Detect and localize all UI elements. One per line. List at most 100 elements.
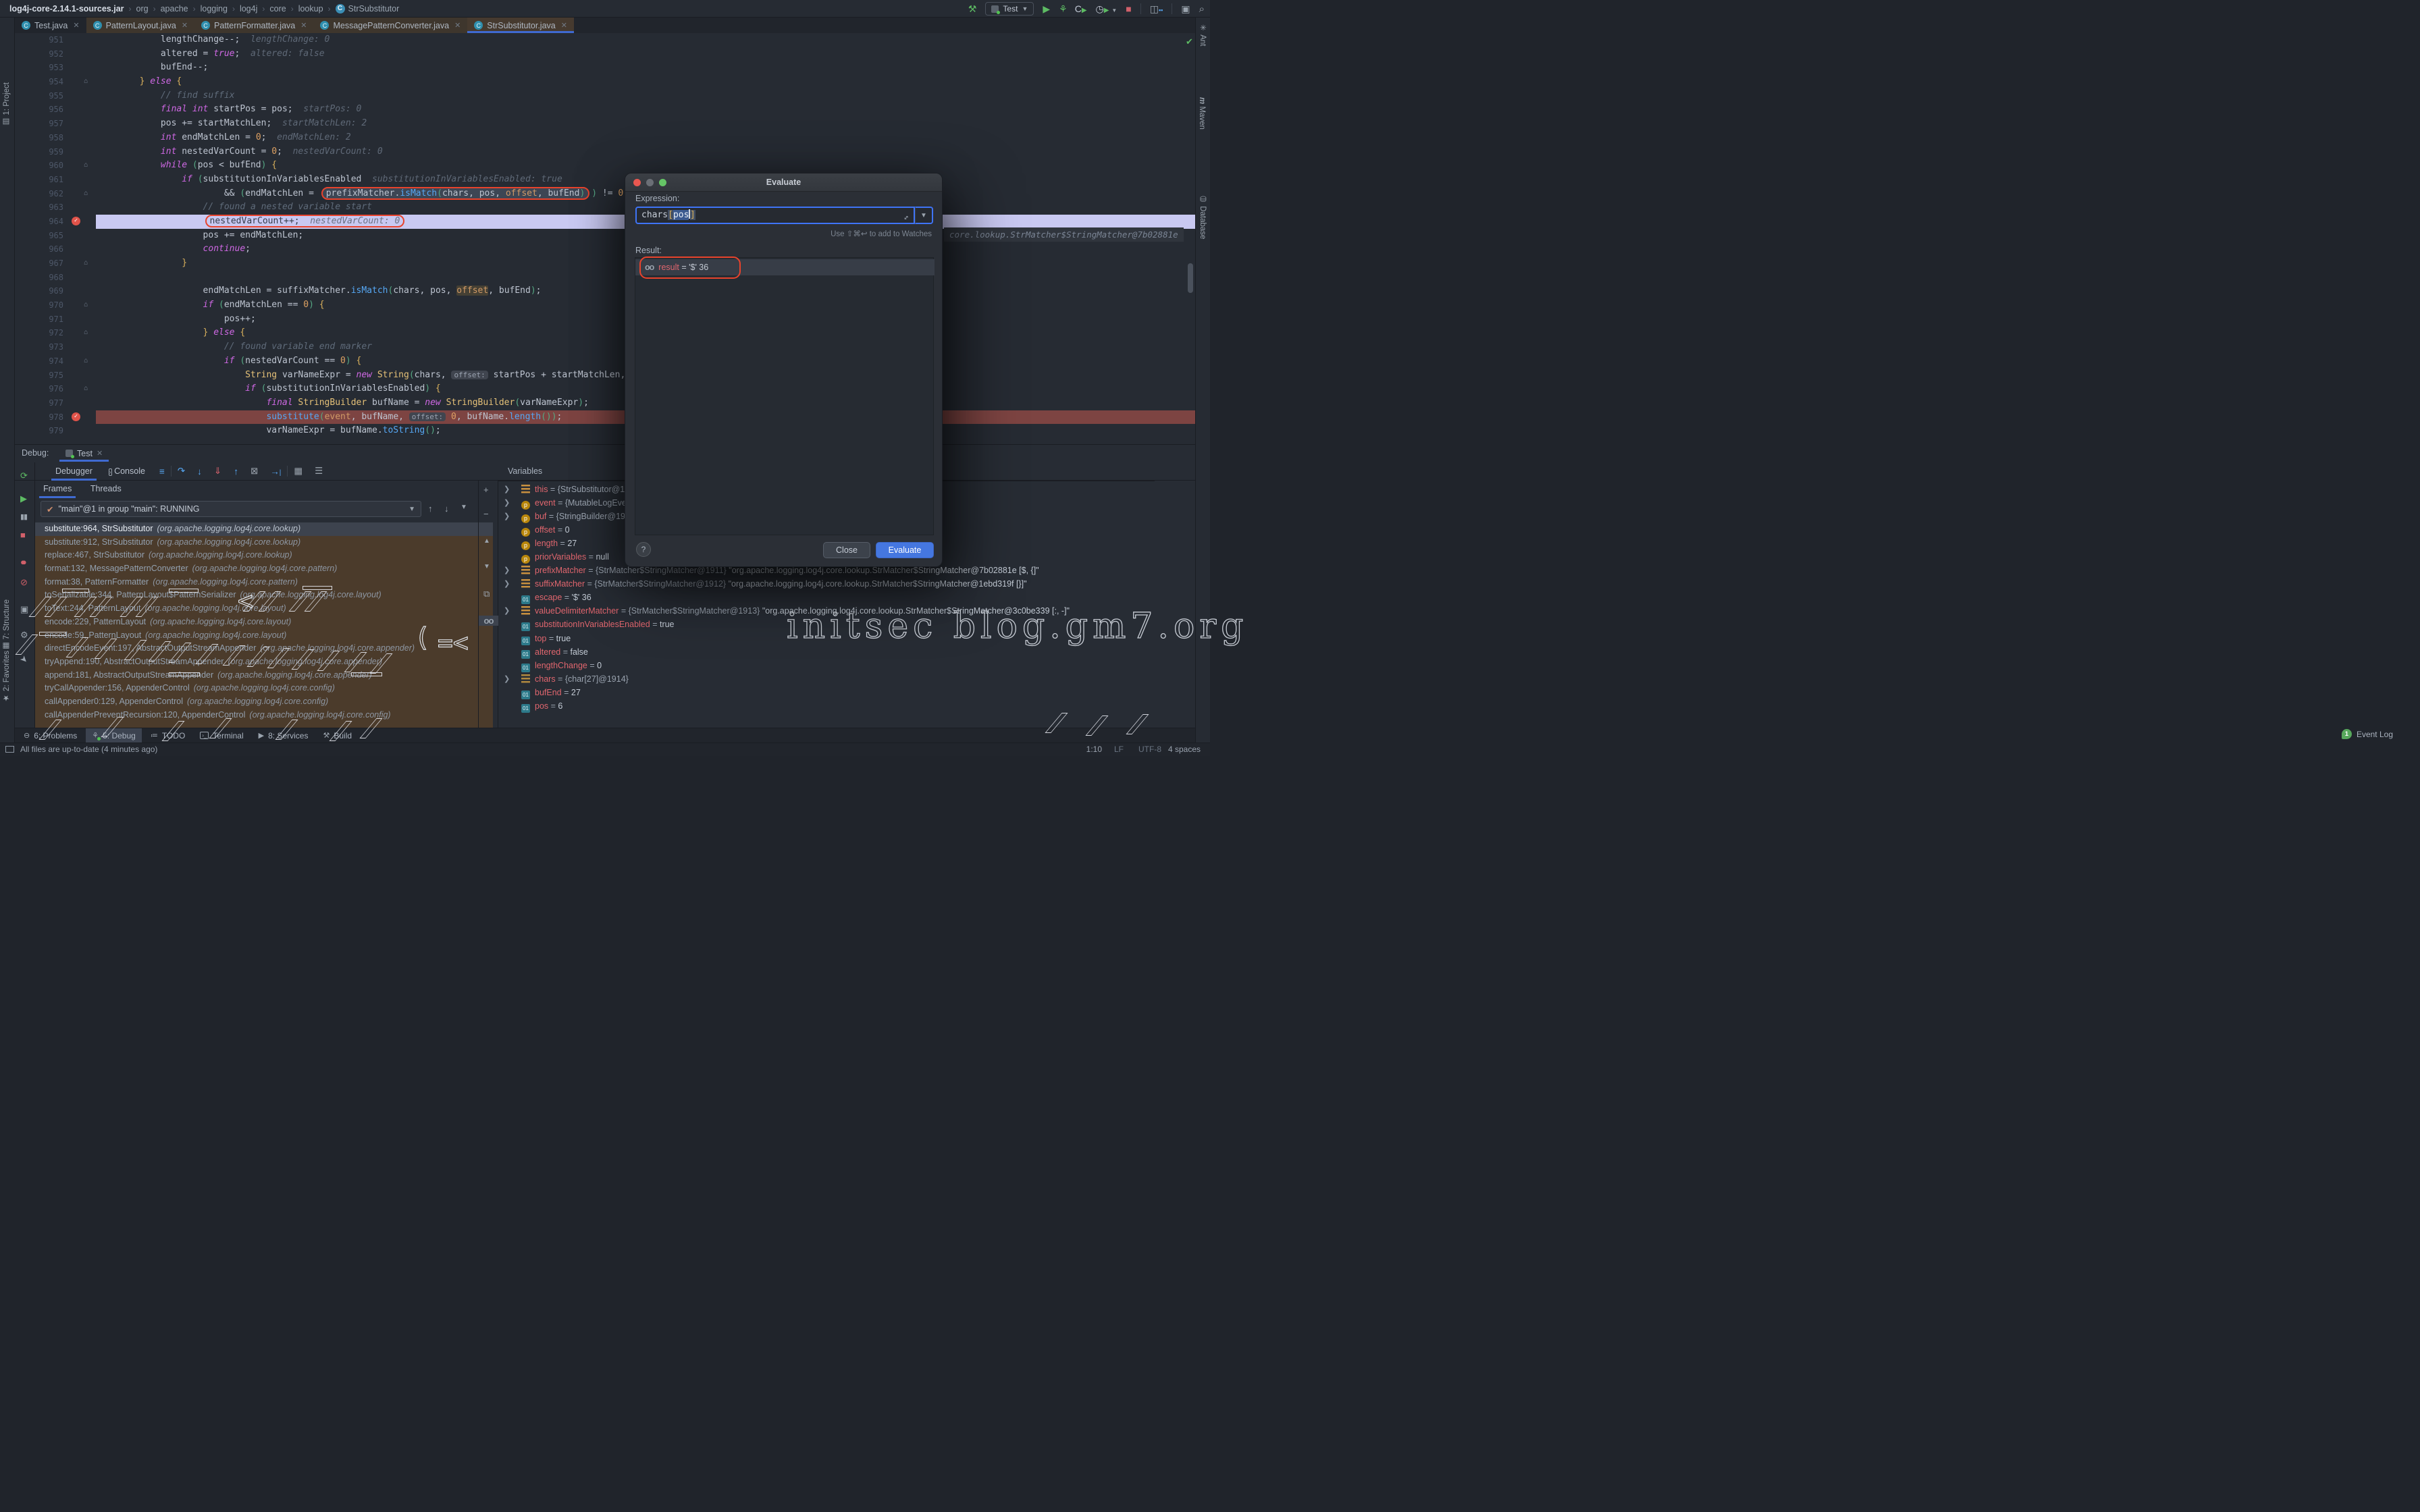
coverage-run-icon[interactable]: C▶ xyxy=(1075,3,1087,14)
caret-position[interactable]: 1:10 xyxy=(1086,745,1102,754)
line-number[interactable]: 975 xyxy=(15,369,63,383)
line-number[interactable]: 968 xyxy=(15,271,63,285)
code-line-951[interactable]: 951 lengthChange--; lengthChange: 0 xyxy=(15,33,1195,47)
restore-layout-icon[interactable]: ☰ xyxy=(315,466,323,477)
line-number[interactable]: 969 xyxy=(15,284,63,298)
frame-up-icon[interactable]: ↑ xyxy=(428,504,433,514)
stack-frame-row[interactable]: encode:229, PatternLayout(org.apache.log… xyxy=(35,616,493,629)
event-log[interactable]: 1 Event Log xyxy=(2342,729,2393,739)
close-icon[interactable]: ✕ xyxy=(73,21,79,30)
pin-icon[interactable]: ➤ xyxy=(18,653,30,666)
expression-input[interactable]: chars[pos] ↔ xyxy=(635,207,915,224)
variable-row[interactable]: 01substitutionInVariablesEnabled = true xyxy=(498,618,1155,631)
pause-icon[interactable]: ▮▮ xyxy=(20,512,27,521)
line-number[interactable]: 965 xyxy=(15,229,63,243)
resume-icon[interactable]: ▶ xyxy=(20,493,27,504)
run-configuration-select[interactable]: Test ▼ xyxy=(985,2,1034,16)
breadcrumb-item[interactable]: log4j xyxy=(240,4,257,14)
toolwindow-services[interactable]: ▶8: Services xyxy=(253,728,315,743)
line-number[interactable]: 978 xyxy=(15,410,63,425)
code-line-978[interactable]: 978✓ substitute(event, bufName, offset: … xyxy=(15,410,1195,425)
toolwindow-build[interactable]: ⚒Build xyxy=(317,728,358,743)
stack-frame-row[interactable]: encode:59, PatternLayout(org.apache.logg… xyxy=(35,629,493,643)
sidebar-item-maven[interactable]: m Maven xyxy=(1198,97,1206,130)
variable-row[interactable]: 01altered = false xyxy=(498,645,1155,659)
code-line-956[interactable]: 956 final int startPos = pos; startPos: … xyxy=(15,103,1195,117)
show-watches-icon[interactable]: oo xyxy=(479,616,498,626)
sidebar-item-project[interactable]: ▤ 1: Project xyxy=(2,82,11,127)
line-number[interactable]: 952 xyxy=(15,47,63,61)
move-up-icon[interactable]: ▲ xyxy=(483,537,490,545)
breakpoint-icon[interactable]: ✓ xyxy=(72,412,80,421)
expand-expression-icon[interactable]: ↔ xyxy=(899,211,913,225)
run-button[interactable]: ▶ xyxy=(1043,3,1050,15)
view-breakpoints-icon[interactable]: ●● xyxy=(20,557,23,567)
code-line-972[interactable]: 972⌂ } else { xyxy=(15,326,1195,340)
line-number[interactable]: 972 xyxy=(15,326,63,340)
step-over-icon[interactable]: ↷ xyxy=(178,466,185,477)
code-line-960[interactable]: 960⌂ while (pos < bufEnd) { xyxy=(15,159,1195,173)
stack-frame-row[interactable]: callAppender0:129, AppenderControl(org.a… xyxy=(35,695,493,709)
breadcrumb-item[interactable]: logging xyxy=(201,4,228,14)
line-number[interactable]: 962 xyxy=(15,187,63,201)
evaluate-dialog[interactable]: Evaluate Expression: chars[pos] ↔ ▼ Use … xyxy=(625,173,943,567)
line-number[interactable]: 967 xyxy=(15,256,63,271)
code-line-958[interactable]: 958 int endMatchLen = 0; endMatchLen: 2 xyxy=(15,131,1195,145)
line-number[interactable]: 959 xyxy=(15,145,63,159)
expand-chevron-icon[interactable]: ❯ xyxy=(504,604,510,618)
tab-test-java[interactable]: C Test.java✕ xyxy=(15,18,86,33)
expand-chevron-icon[interactable]: ❯ xyxy=(504,564,510,577)
step-out-icon[interactable]: ↑ xyxy=(234,466,238,477)
stack-frame-row[interactable]: format:132, MessagePatternConverter(org.… xyxy=(35,562,493,576)
breadcrumb-item[interactable]: core xyxy=(269,4,286,14)
force-step-into-icon[interactable]: ⇓ xyxy=(214,466,221,477)
code-line-959[interactable]: 959 int nestedVarCount = 0; nestedVarCou… xyxy=(15,145,1195,159)
variable-row[interactable]: 01escape = '$' 36 xyxy=(498,591,1155,604)
run-anything-icon[interactable]: ▣ xyxy=(1181,3,1190,15)
line-number[interactable]: 961 xyxy=(15,173,63,187)
code-line-957[interactable]: 957 pos += startMatchLen; startMatchLen:… xyxy=(15,117,1195,131)
stop-icon[interactable]: ■ xyxy=(20,530,26,540)
code-line-970[interactable]: 970⌂ if (endMatchLen == 0) { xyxy=(15,298,1195,313)
line-separator[interactable]: LF xyxy=(1114,745,1124,754)
evaluate-button[interactable]: Evaluate xyxy=(876,542,934,558)
tab-strsubstitutor-java[interactable]: C StrSubstitutor.java✕ xyxy=(467,18,574,33)
line-number[interactable]: 956 xyxy=(15,103,63,117)
toolwindow-toggle-icon[interactable] xyxy=(5,746,14,753)
code-line-977[interactable]: 977 final StringBuilder bufName = new St… xyxy=(15,396,1195,410)
run-to-cursor-icon[interactable]: →| xyxy=(270,466,281,477)
result-row[interactable]: ooresult = '$' 36 xyxy=(635,259,935,275)
variable-row[interactable]: 01top = true xyxy=(498,632,1155,645)
code-line-974[interactable]: 974⌂ if (nestedVarCount == 0) { xyxy=(15,354,1195,369)
help-button[interactable]: ? xyxy=(636,542,651,557)
tab-patternlayout-java[interactable]: C PatternLayout.java✕ xyxy=(86,18,194,33)
file-encoding[interactable]: UTF-8 xyxy=(1138,745,1161,754)
breadcrumb-item[interactable]: lookup xyxy=(298,4,323,14)
add-watch-icon[interactable]: + xyxy=(483,485,489,495)
stack-frame-row[interactable]: tryCallAppender:156, AppenderControl(org… xyxy=(35,682,493,695)
stop-button[interactable]: ■ xyxy=(1126,3,1131,14)
tab-console[interactable]: › Console xyxy=(101,462,153,481)
breadcrumb-item[interactable]: org xyxy=(136,4,149,14)
tab-threads[interactable]: Threads xyxy=(82,481,130,498)
debugger-settings-icon[interactable]: ⚙ xyxy=(20,630,28,641)
code-line-961[interactable]: 961 if (substitutionInVariablesEnabled s… xyxy=(15,173,1195,187)
variable-row[interactable]: 01bufEnd = 27 xyxy=(498,686,1155,699)
code-line-962[interactable]: 962⌂ && (endMatchLen = prefixMatcher.isM… xyxy=(15,187,1195,201)
variable-row[interactable]: ❯suffixMatcher = {StrMatcher$StringMatch… xyxy=(498,577,1155,591)
line-number[interactable]: 963 xyxy=(15,200,63,215)
inspection-ok-icon[interactable]: ✔ xyxy=(1186,36,1193,47)
debug-session-tab[interactable]: Test ✕ xyxy=(59,445,109,462)
variable-row[interactable]: 01lengthChange = 0 xyxy=(498,659,1155,672)
line-number[interactable]: 951 xyxy=(15,33,63,47)
stack-frame-row[interactable]: append:181, AbstractOutputStreamAppender… xyxy=(35,669,493,682)
code-line-966[interactable]: 966 continue; xyxy=(15,242,1195,256)
build-hammer-icon[interactable]: ⚒ xyxy=(968,3,977,15)
remove-watch-icon[interactable]: − xyxy=(483,509,489,519)
toolwindow-terminal[interactable]: ›_Terminal xyxy=(194,728,249,743)
mute-breakpoints-icon[interactable]: ⊘ xyxy=(20,577,28,588)
line-number[interactable]: 960 xyxy=(15,159,63,173)
search-everywhere-icon[interactable]: ⌕ xyxy=(1199,3,1205,15)
line-number[interactable]: 957 xyxy=(15,117,63,131)
stack-frame-row[interactable]: tryAppend:190, AbstractOutputStreamAppen… xyxy=(35,655,493,669)
